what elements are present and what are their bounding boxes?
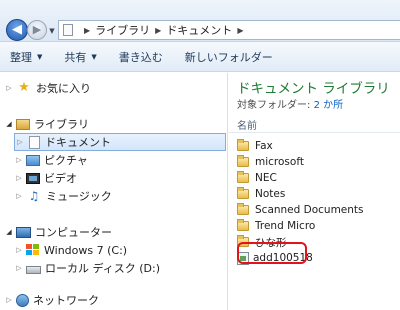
burn-label: 書き込む xyxy=(118,50,163,64)
breadcrumb-separator-icon[interactable]: ▶ xyxy=(84,26,90,35)
folder-name: NEC xyxy=(255,172,277,184)
expand-icon[interactable]: ▷ xyxy=(15,138,25,146)
list-item[interactable]: Scanned Documents xyxy=(237,202,364,218)
nav-item-music[interactable]: ▷ ♫ ミュージック xyxy=(14,187,112,205)
share-button[interactable]: 共有 ▼ xyxy=(64,49,96,65)
expand-icon[interactable]: ▷ xyxy=(4,84,14,92)
nav-label: Windows 7 (C:) xyxy=(44,243,128,257)
expand-icon[interactable]: ▷ xyxy=(14,246,24,254)
folder-icon xyxy=(237,187,249,199)
nav-label: ミュージック xyxy=(46,190,112,203)
breadcrumb-separator-icon[interactable]: ▶ xyxy=(237,26,243,35)
forward-button[interactable]: ▶ xyxy=(27,20,47,40)
folder-icon xyxy=(237,171,249,183)
nav-label: ビデオ xyxy=(44,172,77,185)
nav-label: ライブラリ xyxy=(34,118,89,131)
expand-icon[interactable]: ▷ xyxy=(14,174,24,182)
page-icon xyxy=(63,24,73,36)
recent-pages-dropdown[interactable]: ▼ xyxy=(48,27,56,35)
folder-icon xyxy=(237,139,249,151)
burn-button[interactable]: 書き込む xyxy=(119,49,163,65)
collapse-icon[interactable]: ◢ xyxy=(4,228,14,236)
expand-icon[interactable]: ▷ xyxy=(14,264,24,272)
new-folder-button[interactable]: 新しいフォルダー xyxy=(185,49,273,65)
nav-item-network[interactable]: ▷ ネットワーク xyxy=(4,291,99,309)
nav-item-videos[interactable]: ▷ ビデオ xyxy=(14,169,77,187)
back-button[interactable]: ◀ xyxy=(6,19,28,41)
chevron-down-icon: ▼ xyxy=(37,52,43,61)
command-bar: 整理 ▼ 共有 ▼ 書き込む 新しいフォルダー xyxy=(0,42,400,72)
folder-name: Notes xyxy=(255,188,286,200)
share-label: 共有 xyxy=(64,50,87,64)
folder-name: microsoft xyxy=(255,156,304,168)
column-header-name[interactable]: 名前 xyxy=(237,117,257,132)
nav-item-documents[interactable]: ▷ ドキュメント xyxy=(14,133,226,151)
document-icon xyxy=(29,135,40,149)
folder-name: Trend Micro xyxy=(255,220,316,232)
video-icon xyxy=(26,172,40,184)
folder-icon xyxy=(237,155,249,167)
subtitle-prefix: 対象フォルダー: xyxy=(237,100,311,111)
network-icon xyxy=(16,293,29,307)
organize-label: 整理 xyxy=(10,50,32,64)
nav-label: コンピューター xyxy=(35,226,112,239)
collapse-icon[interactable]: ◢ xyxy=(4,120,14,128)
list-item[interactable]: Trend Micro xyxy=(237,218,315,234)
nav-label: ピクチャ xyxy=(44,154,88,167)
list-item[interactable]: NEC xyxy=(237,170,277,186)
nav-label: ネットワーク xyxy=(33,294,99,307)
list-item[interactable]: Notes xyxy=(237,186,285,202)
content-pane: ドキュメント ライブラリ 対象フォルダー: 2 か所 名前 Fax micros… xyxy=(229,73,400,310)
hard-drive-icon xyxy=(26,266,41,274)
expand-icon[interactable]: ▷ xyxy=(4,296,14,304)
nav-label: ドキュメント xyxy=(45,136,111,149)
address-bar[interactable]: ▶ ライブラリ ▶ ドキュメント ▶ xyxy=(58,20,400,40)
nav-item-drive-c[interactable]: ▷ Windows 7 (C:) xyxy=(14,241,127,259)
locations-link[interactable]: 2 か所 xyxy=(314,100,344,111)
list-item[interactable]: Fax xyxy=(237,138,273,154)
breadcrumb-libraries[interactable]: ライブラリ xyxy=(95,22,150,38)
windows-drive-icon xyxy=(26,244,40,256)
folder-name: Scanned Documents xyxy=(255,204,364,216)
folder-name: Fax xyxy=(255,140,273,152)
nav-item-drive-d[interactable]: ▷ ローカル ディスク (D:) xyxy=(14,259,160,277)
new-folder-label: 新しいフォルダー xyxy=(184,50,273,64)
address-row: ◀ ▶ ▼ ▶ ライブラリ ▶ ドキュメント ▶ xyxy=(0,0,400,42)
library-title: ドキュメント ライブラリ xyxy=(237,81,390,97)
library-subtitle: 対象フォルダー: 2 か所 xyxy=(237,96,343,111)
breadcrumb-separator-icon[interactable]: ▶ xyxy=(155,26,161,35)
highlight-ring xyxy=(237,242,307,264)
header-divider xyxy=(229,132,400,133)
navigation-pane: ▷ ★ お気に入り ◢ ライブラリ ▷ ドキュメント ▷ ピクチャ ▷ ビデオ … xyxy=(0,73,228,310)
nav-label: ローカル ディスク (D:) xyxy=(45,262,160,275)
list-item[interactable]: microsoft xyxy=(237,154,304,170)
expand-icon[interactable]: ▷ xyxy=(14,156,24,164)
nav-item-favorites[interactable]: ▷ ★ お気に入り xyxy=(4,79,91,97)
computer-icon xyxy=(16,226,31,238)
organize-button[interactable]: 整理 ▼ xyxy=(10,49,42,65)
folder-icon xyxy=(237,203,249,215)
chevron-down-icon: ▼ xyxy=(91,52,97,61)
nav-label: お気に入り xyxy=(36,82,91,95)
nav-item-libraries[interactable]: ◢ ライブラリ xyxy=(4,115,89,133)
picture-icon xyxy=(26,154,40,166)
music-icon: ♫ xyxy=(28,189,40,203)
star-icon: ★ xyxy=(18,80,30,95)
nav-item-computer[interactable]: ◢ コンピューター xyxy=(4,223,112,241)
nav-item-pictures[interactable]: ▷ ピクチャ xyxy=(14,151,88,169)
expand-icon[interactable]: ▷ xyxy=(14,192,24,200)
library-icon xyxy=(16,118,30,130)
breadcrumb-documents[interactable]: ドキュメント xyxy=(166,22,232,38)
folder-icon xyxy=(237,219,249,231)
